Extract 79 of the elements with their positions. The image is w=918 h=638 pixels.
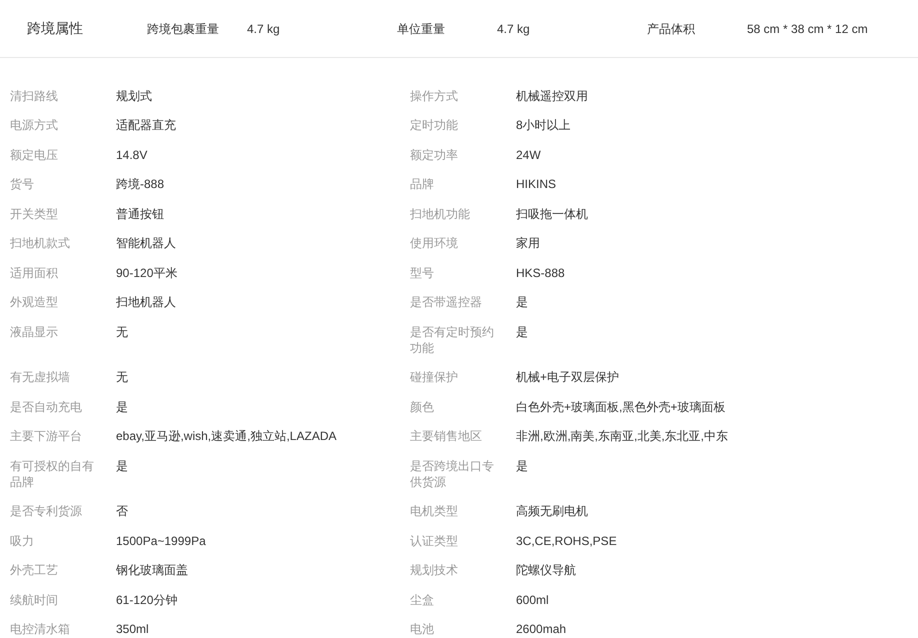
spec-label: 电机类型 <box>410 503 459 520</box>
spec-label: 主要销售地区 <box>410 428 483 444</box>
spec-label: 规划技术 <box>410 562 459 578</box>
attribute-label: 单位重量 <box>397 20 446 38</box>
spec-value: ebay,亚马逊,wish,速卖通,独立站,LAZADA <box>116 428 336 444</box>
spec-value: 白色外壳+玻璃面板,黑色外壳+玻璃面板 <box>516 398 726 415</box>
spec-value: 24W <box>516 146 541 163</box>
attribute-value: 4.7 kg <box>247 20 281 38</box>
spec-value: 无 <box>116 324 128 340</box>
spec-value: 是 <box>116 458 128 474</box>
spec-value: 是 <box>516 458 528 474</box>
spec-value: 2600mah <box>516 621 566 638</box>
spec-label: 是否带遥控器 <box>410 294 483 310</box>
spec-label: 型号 <box>410 264 435 281</box>
spec-label: 是否跨境出口专供货源 <box>410 458 495 490</box>
spec-label: 是否自动充电 <box>10 398 83 415</box>
spec-value: 机械+电子双层保护 <box>516 369 620 386</box>
spec-value: 90-120平米 <box>116 264 178 281</box>
spec-label: 定时功能 <box>410 117 459 134</box>
spec-value: 规划式 <box>116 88 152 104</box>
spec-label: 品牌 <box>410 176 435 192</box>
spec-value: 1500Pa~1999Pa <box>116 532 206 549</box>
spec-value: 扫吸拖一体机 <box>516 206 588 222</box>
spec-label: 吸力 <box>10 532 35 549</box>
spec-label: 电控清水箱 <box>10 621 71 638</box>
spec-value: 是 <box>516 324 528 340</box>
spec-value: HIKINS <box>516 176 556 192</box>
spec-value: 高频无刷电机 <box>516 503 588 520</box>
spec-label: 尘盒 <box>410 592 435 608</box>
attribute-label: 跨境包裹重量 <box>147 20 220 38</box>
spec-label: 额定功率 <box>410 146 459 163</box>
spec-value: 非洲,欧洲,南美,东南亚,北美,东北亚,中东 <box>516 428 728 444</box>
spec-label: 是否有定时预约功能 <box>410 324 495 356</box>
spec-value: 是 <box>116 398 128 415</box>
spec-label: 扫地机款式 <box>10 235 71 252</box>
spec-value: 14.8V <box>116 146 148 163</box>
spec-value: 61-120分钟 <box>116 592 178 608</box>
spec-label: 外壳工艺 <box>10 562 59 578</box>
spec-label: 扫地机功能 <box>410 206 471 222</box>
spec-value: HKS-888 <box>516 264 565 281</box>
spec-label: 有可授权的自有品牌 <box>10 458 95 490</box>
spec-value: 家用 <box>516 235 540 252</box>
spec-label: 液晶显示 <box>10 324 59 340</box>
spec-label: 有无虚拟墙 <box>10 369 71 386</box>
spec-value: 600ml <box>516 592 549 608</box>
section-title: 跨境属性 <box>26 19 84 38</box>
spec-label: 是否专利货源 <box>10 503 83 520</box>
spec-value: 智能机器人 <box>116 235 176 252</box>
spec-label: 额定电压 <box>10 146 59 163</box>
spec-label: 主要下游平台 <box>10 428 83 444</box>
spec-label: 操作方式 <box>410 88 459 104</box>
spec-label: 颜色 <box>410 398 435 415</box>
spec-value: 跨境-888 <box>116 176 164 192</box>
attribute-value: 58 cm * 38 cm * 12 cm <box>747 20 869 38</box>
spec-label: 续航时间 <box>10 592 59 608</box>
spec-value: 普通按钮 <box>116 206 164 222</box>
spec-value: 否 <box>116 503 128 520</box>
spec-label: 电源方式 <box>10 117 59 134</box>
attribute-value: 4.7 kg <box>497 20 531 38</box>
spec-value: 陀螺仪导航 <box>516 562 576 578</box>
attribute-label: 产品体积 <box>647 20 696 38</box>
spec-label: 适用面积 <box>10 264 59 281</box>
spec-value: 扫地机器人 <box>116 294 176 310</box>
spec-value: 钢化玻璃面盖 <box>116 562 188 578</box>
spec-label: 碰撞保护 <box>410 369 459 386</box>
spec-label: 认证类型 <box>410 532 459 549</box>
spec-label: 外观造型 <box>10 294 59 310</box>
spec-value: 无 <box>116 369 128 386</box>
spec-value: 3C,CE,ROHS,PSE <box>516 532 617 549</box>
spec-value: 350ml <box>116 621 149 638</box>
spec-value: 8小时以上 <box>516 117 571 134</box>
spec-value: 是 <box>516 294 528 310</box>
spec-label: 货号 <box>10 176 35 192</box>
spec-value: 机械遥控双用 <box>516 88 588 104</box>
spec-label: 使用环境 <box>410 235 459 252</box>
spec-label: 清扫路线 <box>10 88 59 104</box>
spec-label: 开关类型 <box>10 206 59 222</box>
spec-label: 电池 <box>410 621 435 638</box>
spec-value: 适配器直充 <box>116 117 176 134</box>
